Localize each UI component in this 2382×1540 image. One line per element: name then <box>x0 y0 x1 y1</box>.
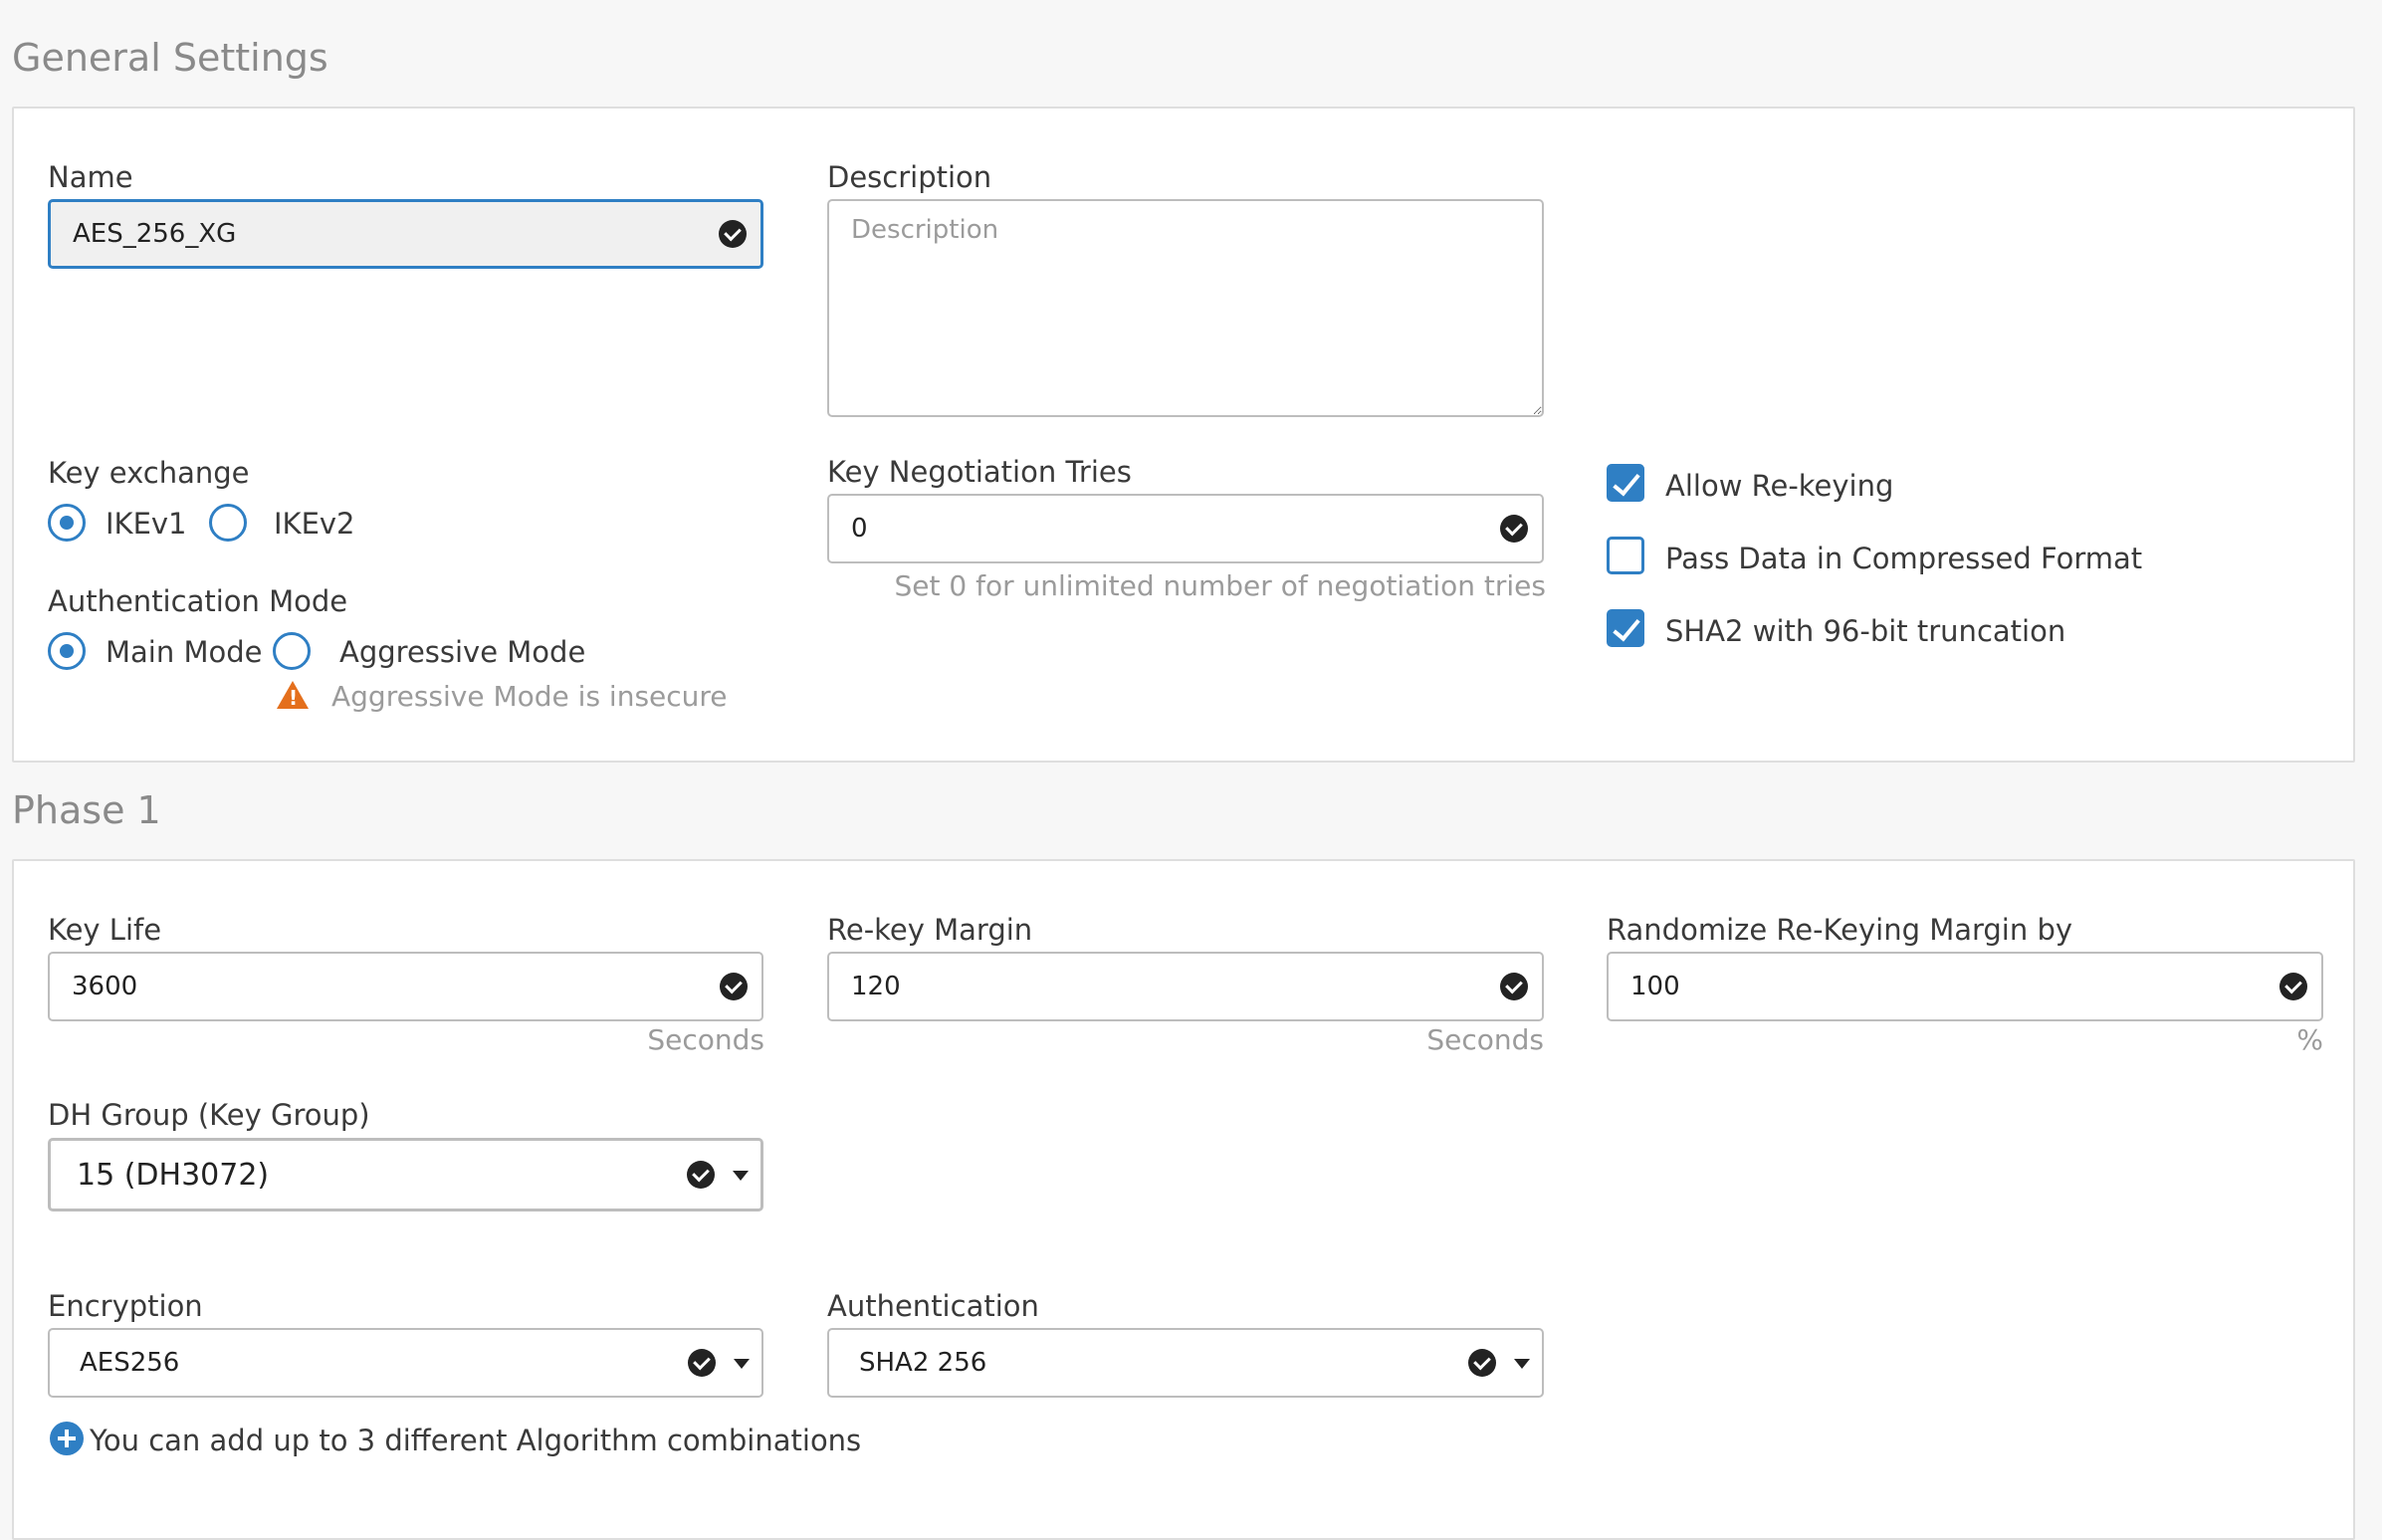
check-circle-icon <box>1500 973 1528 1000</box>
encryption-value: AES256 <box>80 1348 180 1378</box>
rekey-margin-unit: Seconds <box>1426 1023 1544 1056</box>
allow-rekeying-label: Allow Re-keying <box>1665 469 1894 503</box>
name-field[interactable] <box>48 199 763 269</box>
rekey-margin-field[interactable] <box>827 952 1544 1021</box>
randomize-field[interactable] <box>1607 952 2323 1021</box>
randomize-input[interactable] <box>1630 954 2254 1019</box>
authentication-label: Authentication <box>827 1289 1039 1323</box>
check-circle-icon <box>688 1349 716 1377</box>
checkbox-sha2-truncation[interactable] <box>1607 609 1644 647</box>
key-life-input[interactable] <box>72 954 694 1019</box>
chevron-down-icon <box>733 1171 749 1181</box>
aggressive-mode-label: Aggressive Mode <box>339 635 586 669</box>
phase1-title: Phase 1 <box>12 788 161 832</box>
check-circle-icon <box>720 973 748 1000</box>
dh-group-label: DH Group (Key Group) <box>48 1098 370 1132</box>
encryption-label: Encryption <box>48 1289 203 1323</box>
add-combination-text[interactable]: You can add up to 3 different Algorithm … <box>90 1424 861 1457</box>
ikev2-label: IKEv2 <box>274 507 355 541</box>
radio-ikev1[interactable] <box>48 504 86 542</box>
key-negotiation-hint: Set 0 for unlimited number of negotiatio… <box>894 569 1546 602</box>
dh-group-value: 15 (DH3072) <box>77 1157 270 1193</box>
general-settings-title: General Settings <box>12 36 328 80</box>
name-label: Name <box>48 160 133 194</box>
chevron-down-icon <box>734 1359 750 1369</box>
check-circle-icon <box>687 1161 715 1189</box>
key-negotiation-label: Key Negotiation Tries <box>827 455 1132 489</box>
key-negotiation-input[interactable] <box>851 496 1474 561</box>
randomize-unit: % <box>2296 1023 2323 1056</box>
ikev1-label: IKEv1 <box>106 507 187 541</box>
aggressive-warning-text: Aggressive Mode is insecure <box>331 680 728 713</box>
name-input[interactable] <box>73 202 693 266</box>
checkbox-compressed-format[interactable] <box>1607 537 1644 574</box>
radio-ikev2[interactable] <box>209 504 247 542</box>
check-circle-icon <box>1500 515 1528 543</box>
authentication-select[interactable]: SHA2 256 <box>827 1328 1544 1398</box>
key-life-unit: Seconds <box>647 1023 764 1056</box>
auth-mode-label: Authentication Mode <box>48 584 348 618</box>
checkbox-allow-rekeying[interactable] <box>1607 464 1644 502</box>
description-label: Description <box>827 160 992 194</box>
rekey-margin-input[interactable] <box>851 954 1474 1019</box>
authentication-value: SHA2 256 <box>859 1348 987 1378</box>
chevron-down-icon <box>1514 1359 1530 1369</box>
general-settings-panel: Name Description Key exchange IKEv1 IKEv… <box>12 107 2355 763</box>
warning-icon <box>277 681 309 710</box>
check-circle-icon <box>2279 973 2307 1000</box>
key-life-label: Key Life <box>48 913 162 947</box>
key-exchange-label: Key exchange <box>48 456 250 490</box>
main-mode-label: Main Mode <box>106 635 263 669</box>
check-circle-icon <box>719 220 747 248</box>
key-negotiation-field[interactable] <box>827 494 1544 563</box>
randomize-label: Randomize Re-Keying Margin by <box>1607 913 2073 947</box>
check-circle-icon <box>1468 1349 1496 1377</box>
add-circle-icon[interactable] <box>50 1422 84 1455</box>
dh-group-select[interactable]: 15 (DH3072) <box>48 1138 763 1211</box>
radio-main-mode[interactable] <box>48 632 86 670</box>
key-life-field[interactable] <box>48 952 763 1021</box>
compressed-format-label: Pass Data in Compressed Format <box>1665 542 2143 575</box>
description-textarea[interactable] <box>827 199 1544 417</box>
ipsec-profile-page: General Settings Name Description Key ex… <box>0 0 2382 1540</box>
encryption-select[interactable]: AES256 <box>48 1328 763 1398</box>
phase1-panel: Key Life Seconds Re-key Margin Seconds R… <box>12 859 2355 1540</box>
radio-aggressive-mode[interactable] <box>273 632 311 670</box>
sha2-truncation-label: SHA2 with 96-bit truncation <box>1665 614 2066 648</box>
rekey-margin-label: Re-key Margin <box>827 913 1033 947</box>
